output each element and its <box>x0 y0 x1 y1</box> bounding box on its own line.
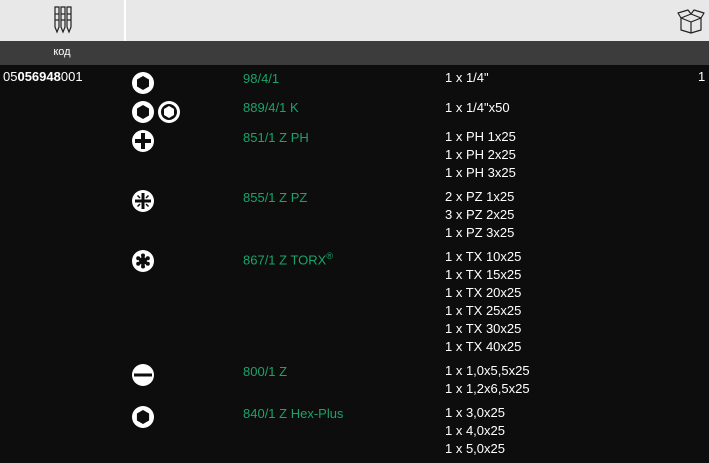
row-name: 855/1 Z PZ <box>243 190 308 205</box>
row-specs: 1 x 1/4"x50 <box>445 100 510 115</box>
row-specs: 1 x TX 10x25 1 x TX 15x25 1 x TX 20x25 1… <box>445 249 522 354</box>
row-name: 840/1 Z Hex-Plus <box>243 406 344 421</box>
package-quantity: 1 <box>698 69 706 84</box>
hex-plus-icon <box>132 406 154 428</box>
article-number: 05056948001 <box>3 69 83 84</box>
header-divider <box>124 0 126 41</box>
code-column-label: код <box>53 46 71 58</box>
screwdriver-bits-icon <box>54 6 72 34</box>
row-name: 98/4/1 <box>243 71 280 86</box>
torx-icon <box>132 250 154 272</box>
row-specs: 1 x 1/4" <box>445 70 489 85</box>
row-specs: 1 x PH 1x25 1 x PH 2x25 1 x PH 3x25 <box>445 129 516 180</box>
row-name: 851/1 Z PH <box>243 130 309 145</box>
row-name: 889/4/1 K <box>243 100 299 115</box>
phillips-icon <box>132 130 154 152</box>
table-header <box>0 0 709 41</box>
row-specs: 1 x 1,0x5,5x25 1 x 1,2x6,5x25 <box>445 363 530 396</box>
hex-socket-icon <box>132 72 154 94</box>
row-name: 867/1 Z TORX® <box>243 251 333 268</box>
row-name: 800/1 Z <box>243 364 288 379</box>
pozidriv-icon <box>132 190 154 212</box>
package-box-icon <box>677 9 705 34</box>
row-specs: 2 x PZ 1x25 3 x PZ 2x25 1 x PZ 3x25 <box>445 189 515 240</box>
hex-holder-icon <box>132 101 180 123</box>
row-specs: 1 x 3,0x25 1 x 4,0x25 1 x 5,0x25 <box>445 405 505 456</box>
slotted-icon <box>132 364 154 386</box>
